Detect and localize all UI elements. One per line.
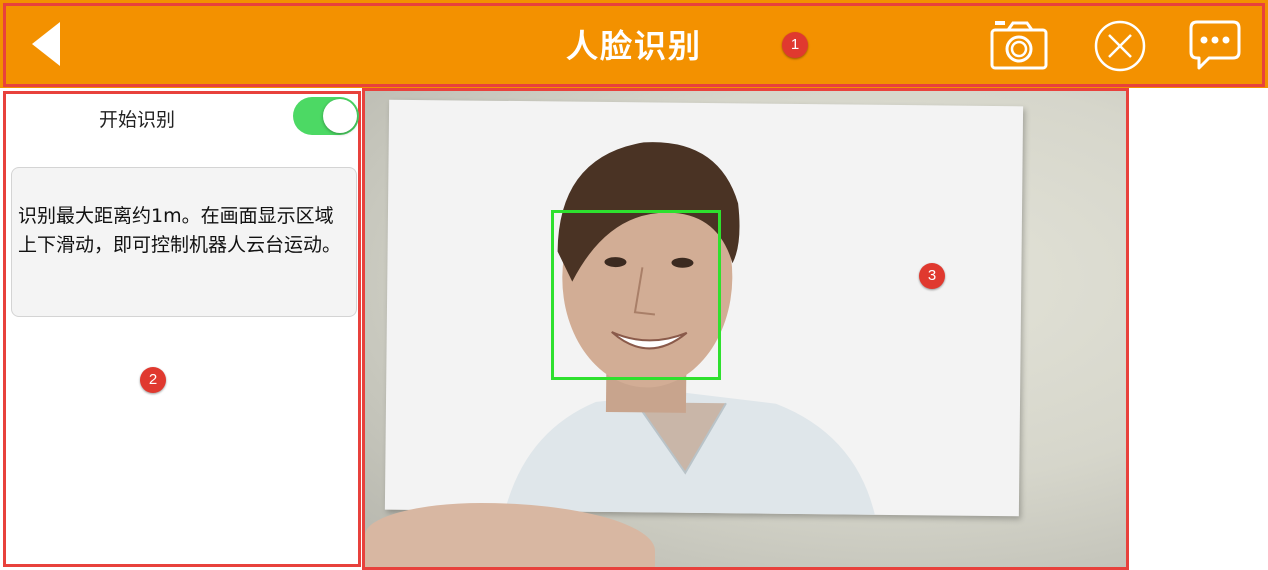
app-header: 人脸识别 — [0, 0, 1268, 88]
info-text: 识别最大距离约1m。在画面显示区域上下滑动，即可控制机器人云台运动。 — [18, 205, 342, 256]
annotation-badge-2: 2 — [140, 367, 166, 393]
camera-icon — [990, 21, 1048, 70]
start-recognition-label: 开始识别 — [99, 109, 176, 131]
start-recognition-toggle[interactable] — [293, 97, 359, 135]
annotation-badge-3: 3 — [919, 263, 945, 289]
page-title: 人脸识别 — [565, 27, 702, 65]
toggle-knob — [323, 99, 357, 133]
annotation-badge-1: 1 — [782, 32, 808, 58]
chat-button[interactable] — [1187, 18, 1247, 72]
chat-bubble-icon — [1189, 20, 1241, 70]
info-box: 识别最大距离约1m。在画面显示区域上下滑动，即可控制机器人云台运动。 — [11, 167, 357, 317]
face-detection-box — [551, 210, 721, 380]
close-button[interactable] — [1092, 18, 1152, 72]
camera-button[interactable] — [989, 18, 1049, 72]
close-circle-icon — [1094, 20, 1146, 72]
camera-preview[interactable] — [362, 88, 1129, 570]
control-panel: 开始识别 识别最大距离约1m。在画面显示区域上下滑动，即可控制机器人云台运动。 — [3, 91, 361, 567]
